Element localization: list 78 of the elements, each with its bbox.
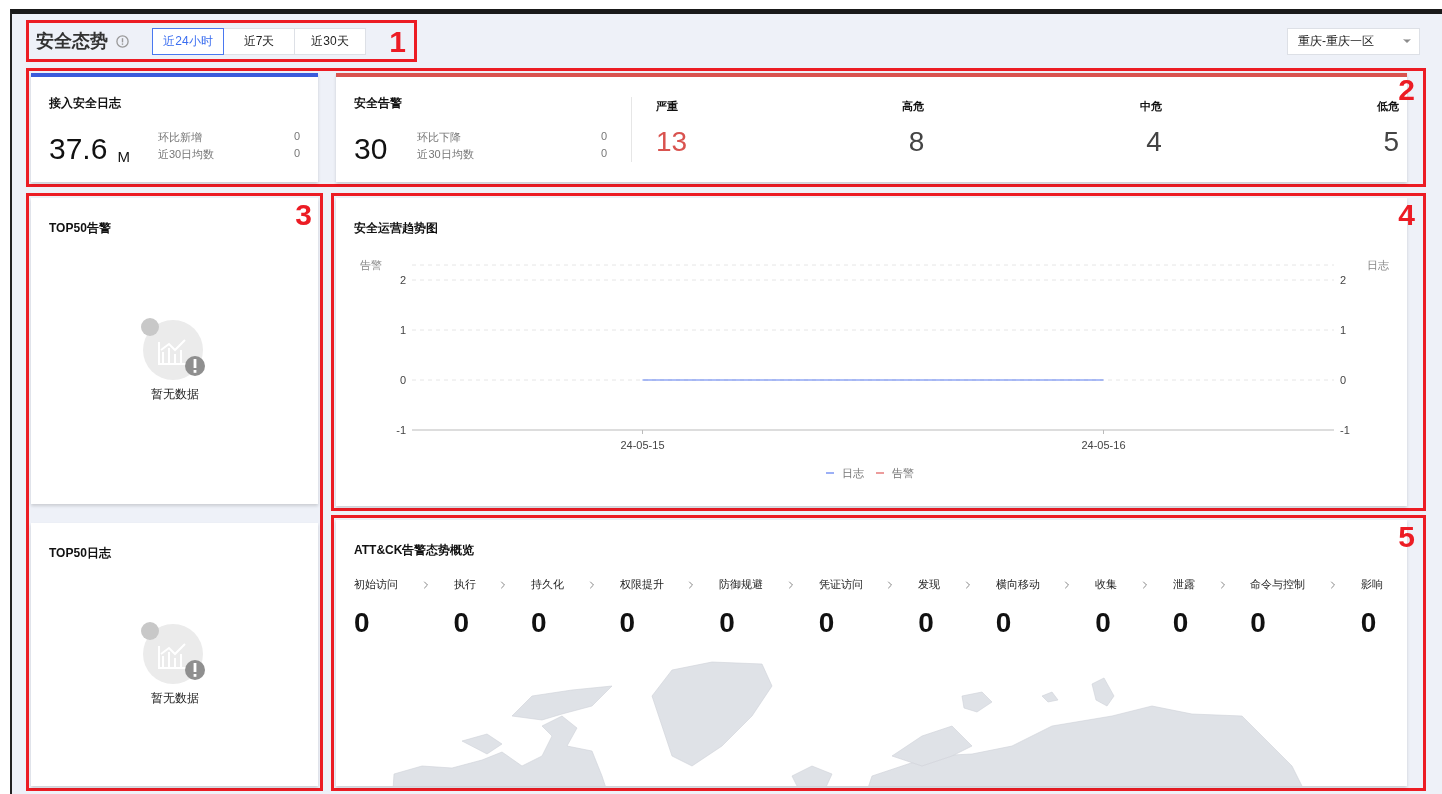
time-range-tab[interactable]: 近24小时 [152,27,224,55]
card-title: TOP50告警 [49,220,112,237]
region-select[interactable]: 重庆-重庆一区 [1287,27,1420,55]
card-title: TOP50日志 [49,545,112,562]
severity-label: 低危 [1377,100,1399,114]
tick-label: 0 [1340,374,1347,386]
tactic-count: 0 [719,608,736,638]
tactic-label: 命令与控制 [1250,577,1306,592]
tactic-label: 横向移动 [995,577,1040,592]
time-range-tab[interactable]: 近30天 [294,27,366,55]
legend-marker [875,472,885,474]
empty-text: 暂无数据 [150,689,199,707]
stat-value: 0 [600,130,607,144]
tactic-count: 0 [1360,608,1378,638]
tick-label: 1 [1340,324,1347,336]
tactic-count: 0 [818,608,836,638]
card-title: ATT&CK告警态势概览 [354,542,476,559]
tactic-label: 权限提升 [619,577,664,592]
annotation-number: 4 [1398,198,1415,232]
tick-label: -1 [1340,424,1350,436]
severity-label: 中危 [1139,99,1162,114]
stat-value: 0 [600,147,607,161]
tactic-label: 持久化 [531,577,565,592]
tactic-count: 0 [918,608,935,638]
axis-label: 日志 [1367,259,1389,271]
stat-value: 37.6 [49,133,108,165]
empty-text: 暂无数据 [150,386,199,403]
tick-label: 1 [399,324,406,336]
legend-label[interactable]: 日志 [842,467,864,479]
tactic-count: 0 [995,608,1013,638]
tactic-label: 执行 [453,577,476,592]
tactic-label: 发现 [918,577,941,592]
card-title: 接入安全日志 [49,95,122,112]
legend-label[interactable]: 告警 [892,467,914,479]
stat-unit: M [117,148,130,165]
tick-label: -1 [396,424,406,436]
card-title: 安全告警 [354,95,403,112]
tactic-count: 0 [619,608,637,638]
tick-label: 24-05-16 [1081,439,1126,451]
stat-label: 环比新增 [157,130,202,145]
tactic-count: 0 [1172,608,1190,638]
info-icon[interactable] [116,34,129,48]
tick-label: 2 [399,274,406,286]
severity-count: 5 [1383,126,1399,158]
annotation-number: 1 [389,25,406,59]
tick-label: 24-05-15 [620,439,665,451]
legend-marker [825,472,835,474]
tactic-count: 0 [1250,608,1267,638]
tactic-label: 泄露 [1172,577,1195,592]
card-title: 安全运营趋势图 [354,220,439,237]
annotation-number: 3 [295,198,312,232]
tactic-count: 0 [531,608,548,638]
tactic-count: 0 [354,608,371,638]
annotation-number: 2 [1398,73,1415,106]
tactic-label: 影响 [1360,577,1383,592]
severity-count: 4 [1146,126,1162,158]
tactic-count: 0 [453,608,471,638]
tick-label: 0 [399,374,406,386]
stat-value: 0 [293,130,300,144]
severity-count: 13 [656,126,688,158]
annotation-number: 5 [1398,520,1415,554]
tactic-label: 收集 [1095,577,1118,592]
severity-count: 8 [908,126,925,158]
stat-value: 0 [293,147,300,161]
axis-label: 告警 [360,259,382,271]
severity-label: 严重 [656,99,678,114]
tactic-label: 凭证访问 [818,577,863,592]
tactic-label: 初始访问 [354,577,398,592]
stat-value: 30 [354,133,388,165]
stat-label: 环比下降 [417,130,462,145]
severity-label: 高危 [902,99,925,114]
tactic-count: 0 [1095,608,1112,638]
tick-label: 2 [1340,274,1347,286]
stat-label: 近30日均数 [417,147,474,162]
time-range-tab[interactable]: 近7天 [223,27,295,55]
stat-label: 近30日均数 [157,147,215,162]
tactic-label: 防御规避 [719,577,764,592]
page-title: 安全态势 [36,30,108,53]
